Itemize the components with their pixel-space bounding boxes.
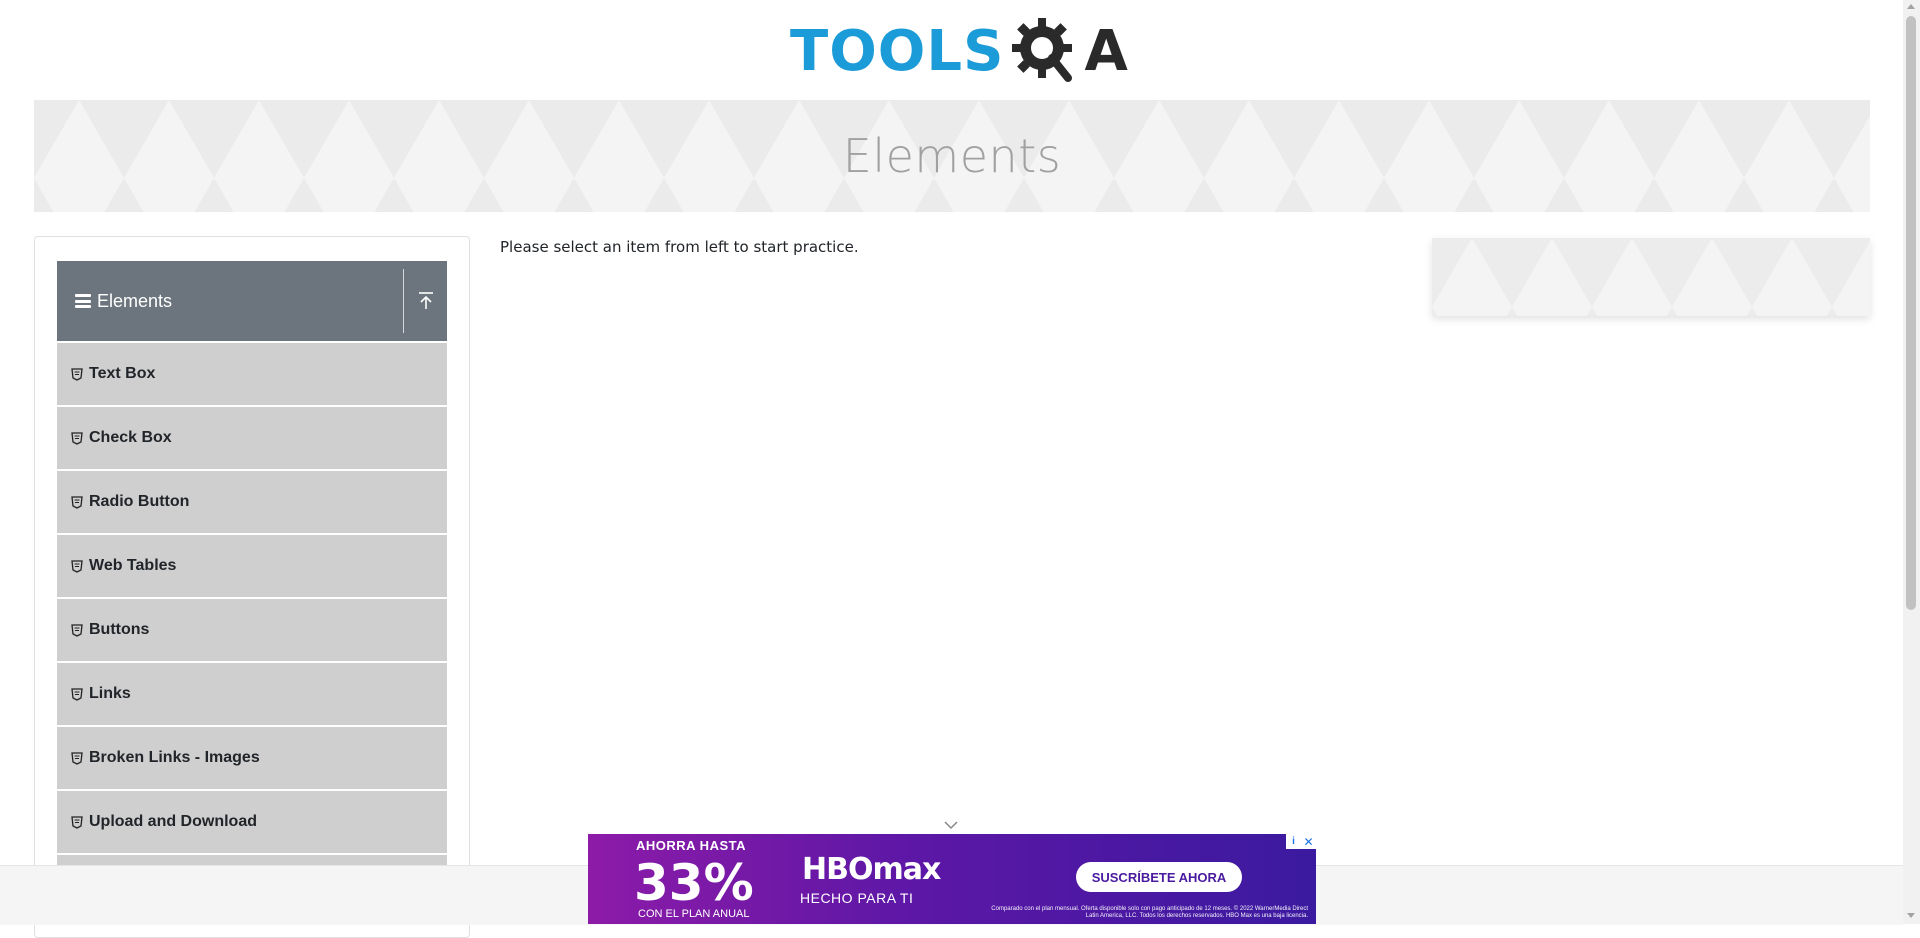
ad-plan-text: CON EL PLAN ANUAL — [638, 908, 750, 920]
scroll-up-arrow-icon[interactable] — [1907, 4, 1915, 9]
ad-percent: 33% — [634, 854, 754, 912]
sidebar-item-label: Upload and Download — [89, 813, 257, 830]
scroll-down-arrow-icon[interactable] — [1907, 913, 1915, 918]
sidebar-item-web-tables[interactable]: Web Tables — [57, 535, 447, 597]
shield-icon — [71, 751, 83, 765]
shield-icon — [71, 815, 83, 829]
ad-brand-logo: HBOmax — [802, 852, 941, 887]
page-scrollbar[interactable] — [1903, 0, 1920, 924]
sidebar-menu-list: Text Box Check Box Radio Button Web Tabl… — [57, 343, 447, 919]
sidebar-item-links[interactable]: Links — [57, 663, 447, 725]
sidebar-item-upload-and-download[interactable]: Upload and Download — [57, 791, 447, 853]
header-divider — [403, 269, 404, 333]
sidebar-item-label: Radio Button — [89, 493, 190, 510]
sidebar-item-text-box[interactable]: Text Box — [57, 343, 447, 405]
menu-icon — [75, 294, 91, 308]
upload-icon[interactable] — [417, 291, 435, 311]
chevron-down-icon[interactable] — [944, 820, 958, 830]
info-icon[interactable]: i — [1286, 834, 1301, 849]
close-icon[interactable]: ✕ — [1301, 834, 1316, 849]
gear-search-icon — [1012, 18, 1073, 82]
page-title: Elements — [842, 129, 1062, 183]
shield-icon — [71, 623, 83, 637]
logo-suffix: A — [1084, 19, 1128, 84]
logo-text: TOOLS — [790, 19, 1005, 84]
ad-subscribe-button[interactable]: SUSCRÍBETE AHORA — [1076, 862, 1242, 892]
ad-top-text: AHORRA HASTA — [636, 838, 746, 853]
sidebar-item-label: Links — [89, 685, 131, 702]
site-logo[interactable]: TOOLS A — [790, 14, 1128, 90]
group-title: Elements — [97, 290, 173, 311]
shield-icon — [71, 367, 83, 381]
logo-qa: A — [1008, 14, 1128, 90]
shield-icon — [71, 687, 83, 701]
sidebar-item-label: Check Box — [89, 429, 172, 446]
right-ad-placeholder — [1432, 238, 1870, 316]
shield-icon — [71, 559, 83, 573]
sidebar-item-label: Broken Links - Images — [89, 749, 260, 766]
sidebar-item-check-box[interactable]: Check Box — [57, 407, 447, 469]
ad-fine-print: Comparado con el plan mensual. Oferta di… — [991, 906, 1308, 919]
sidebar-item-radio-button[interactable]: Radio Button — [57, 471, 447, 533]
shield-icon — [71, 495, 83, 509]
ad-tagline: HECHO PARA TI — [800, 890, 914, 906]
sidebar-item-label: Web Tables — [89, 557, 177, 574]
sidebar-item-label: Text Box — [89, 365, 156, 382]
left-panel: Elements Text Box Check Box Radio Button… — [34, 236, 470, 938]
instruction-text: Please select an item from left to start… — [500, 238, 859, 256]
sidebar-item-label: Buttons — [89, 621, 150, 638]
sidebar-item-buttons[interactable]: Buttons — [57, 599, 447, 661]
group-header-elements[interactable]: Elements — [57, 261, 447, 341]
shield-icon — [71, 431, 83, 445]
hbomax-ad-banner[interactable]: AHORRA HASTA 33% CON EL PLAN ANUAL HBOma… — [588, 834, 1316, 924]
scroll-thumb[interactable] — [1906, 16, 1916, 610]
sidebar-item-broken-links-images[interactable]: Broken Links - Images — [57, 727, 447, 789]
page-banner: Elements — [34, 100, 1870, 212]
